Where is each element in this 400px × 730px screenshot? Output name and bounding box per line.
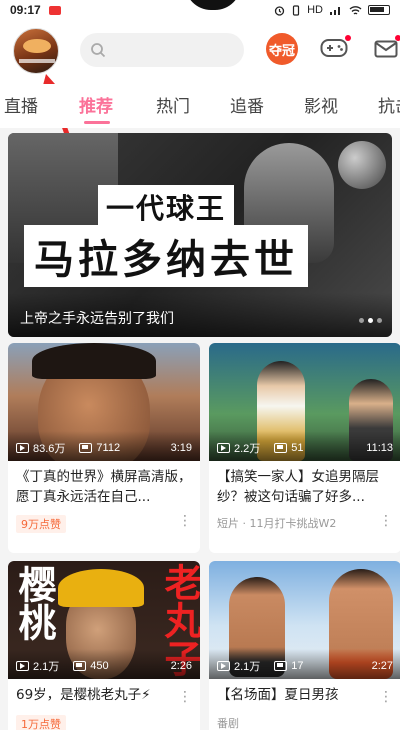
status-bar: 09:17 HD (0, 0, 400, 20)
video-thumbnail: 2.1万 17 2:27 (209, 561, 400, 679)
tab-fight[interactable]: 抗击 (378, 92, 400, 117)
alarm-icon (274, 5, 285, 16)
video-thumbnail: 樱桃 老丸子 2.1万 450 2:26 (8, 561, 200, 679)
danmaku-icon (274, 661, 288, 671)
signal-icon (330, 6, 340, 15)
play-count-icon (217, 443, 230, 453)
banner-trophy-image (338, 141, 386, 189)
more-options-icon[interactable]: ⋮ (379, 513, 393, 529)
search-input[interactable] (80, 33, 244, 67)
view-count-text: 2.1万 (33, 661, 60, 673)
user-avatar[interactable] (13, 28, 59, 74)
mail-notification-dot (395, 35, 400, 41)
view-count: 2.2万 (217, 440, 260, 456)
video-duration: 2:26 (170, 660, 192, 672)
danmaku-icon (79, 443, 93, 453)
thumbnail-hat (58, 569, 144, 607)
tv-notification-icon (48, 5, 61, 15)
video-stats: 2.1万 450 2:26 (16, 658, 192, 674)
tab-anime[interactable]: 追番 (230, 92, 264, 117)
tab-recommend[interactable]: 推荐 (79, 92, 113, 117)
more-options-icon[interactable]: ⋮ (379, 689, 393, 705)
gamepad-icon (320, 39, 348, 57)
video-title: 【名场面】夏日男孩 (217, 687, 339, 703)
play-count-icon (16, 661, 29, 671)
video-stats: 83.6万 7112 3:19 (16, 440, 192, 456)
event-gift-button[interactable]: 夺冠 (266, 33, 298, 65)
view-count: 83.6万 (16, 440, 65, 456)
battery-icon (368, 5, 390, 15)
pager-dot-active (368, 318, 373, 323)
promo-banner[interactable]: 一代球王 马拉多纳去世 上帝之手永远告别了我们 (8, 133, 392, 337)
banner-headline: 马拉多纳去世 (24, 225, 308, 287)
like-badge: 9万点赞 (16, 515, 66, 533)
play-count-icon (16, 443, 29, 453)
danmaku-icon (274, 443, 288, 453)
video-duration: 2:27 (371, 660, 393, 672)
tab-film[interactable]: 影视 (304, 92, 338, 117)
video-duration: 11:13 (366, 442, 393, 454)
thumbnail-text-left: 樱桃 (12, 565, 56, 641)
game-notification-dot (345, 35, 351, 41)
view-count: 2.1万 (217, 658, 260, 674)
search-icon (91, 43, 106, 58)
status-time: 09:17 (10, 3, 41, 17)
like-badge: 1万点赞 (16, 715, 66, 730)
video-title: 《丁真的世界》横屏高清版，愿丁真永远活在自己... (16, 469, 192, 505)
pager-dot (359, 318, 364, 323)
video-meta: 9万点赞 (16, 515, 66, 533)
camera-notch (185, 0, 241, 10)
danmaku-count-text: 7112 (96, 442, 121, 454)
pager-dot (377, 318, 382, 323)
danmaku-count: 7112 (79, 442, 120, 454)
video-thumbnail: 2.2万 51 11:13 (209, 343, 400, 461)
wifi-icon (349, 5, 362, 15)
view-count: 2.1万 (16, 658, 59, 674)
more-options-icon[interactable]: ⋮ (178, 513, 192, 529)
tab-hot[interactable]: 热门 (156, 92, 190, 117)
vibrate-icon (293, 4, 300, 16)
banner-pager (359, 318, 382, 323)
more-options-icon[interactable]: ⋮ (178, 689, 192, 705)
channel-tabs: 直播 推荐 热门 追番 影视 抗击 (0, 84, 400, 128)
video-meta: 短片 · 11月打卡挑战W2 (217, 515, 336, 531)
thumbnail-hair (32, 343, 156, 379)
danmaku-count: 450 (73, 660, 109, 672)
view-count-text: 2.1万 (234, 661, 261, 673)
video-category: 短片 · 11月打卡挑战W2 (217, 517, 337, 530)
video-card[interactable]: 2.1万 17 2:27 【名场面】夏日男孩 番剧 ⋮ (209, 561, 400, 730)
video-stats: 2.1万 17 2:27 (217, 658, 393, 674)
top-header: 夺冠 (0, 20, 400, 219)
play-count-icon (217, 661, 230, 671)
view-count-text: 2.2万 (234, 443, 261, 455)
danmaku-count-text: 51 (291, 442, 304, 454)
status-icons: HD (274, 4, 390, 16)
network-type: HD (307, 4, 323, 16)
video-card[interactable]: 2.2万 51 11:13 【搞笑一家人】女追男隔层纱？被这句话骗了好多... … (209, 343, 400, 553)
video-title: 69岁，是樱桃老丸子⚡ (16, 687, 151, 703)
video-thumbnail: 83.6万 7112 3:19 (8, 343, 200, 461)
game-button[interactable] (320, 35, 351, 62)
danmaku-icon (73, 661, 87, 671)
tab-live[interactable]: 直播 (4, 92, 38, 117)
video-duration: 3:19 (170, 442, 192, 454)
danmaku-count: 17 (274, 660, 304, 672)
view-count-text: 83.6万 (33, 443, 66, 455)
banner-caption: 上帝之手永远告别了我们 (20, 311, 174, 327)
danmaku-count-text: 450 (90, 660, 109, 672)
active-tab-indicator (84, 121, 110, 124)
mail-icon (374, 40, 398, 58)
video-card[interactable]: 83.6万 7112 3:19 《丁真的世界》横屏高清版，愿丁真永远活在自己..… (8, 343, 200, 553)
video-category: 番剧 (217, 717, 239, 730)
video-stats: 2.2万 51 11:13 (217, 440, 393, 456)
banner-subheadline: 一代球王 (98, 185, 235, 229)
danmaku-count: 51 (274, 442, 304, 454)
danmaku-count-text: 17 (291, 660, 304, 672)
video-meta: 番剧 (217, 715, 239, 730)
mail-button[interactable] (374, 35, 400, 62)
app-screen: 09:17 HD 夺冠 直播 推荐 热门 追番 影视 抗 一代球王 马拉多纳去世… (0, 0, 400, 730)
video-meta: 1万点赞 (16, 715, 66, 730)
video-card[interactable]: 樱桃 老丸子 2.1万 450 2:26 69岁，是樱桃老丸子⚡ 1万点赞 ⋮ (8, 561, 200, 730)
video-title: 【搞笑一家人】女追男隔层纱？被这句话骗了好多... (217, 469, 379, 505)
